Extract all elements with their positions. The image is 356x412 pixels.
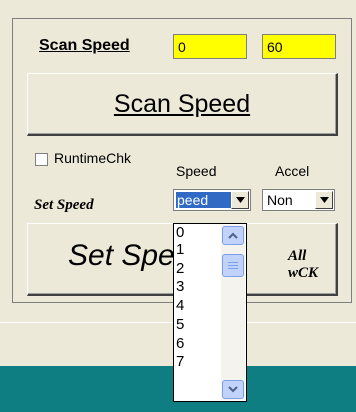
accel-column-label: Accel <box>275 163 310 179</box>
list-item[interactable]: 2 <box>176 261 184 277</box>
speed-dropdown-list[interactable]: 0 1 2 3 4 5 6 7 <box>173 223 247 402</box>
scan-speed-label: Scan Speed <box>39 37 130 54</box>
grip-icon <box>228 261 238 270</box>
all-wck-label: All wCK <box>288 248 319 281</box>
list-item[interactable]: 0 <box>176 225 184 241</box>
set-speed-button-label: Set Spe <box>68 239 175 272</box>
runtime-check-checkbox[interactable] <box>35 153 48 166</box>
list-item[interactable]: 6 <box>176 336 184 352</box>
accel-combobox[interactable]: Non <box>262 189 335 211</box>
list-item[interactable]: 1 <box>176 242 184 258</box>
chevron-down-icon <box>235 197 245 203</box>
chevron-up-icon <box>228 232 238 239</box>
dropdown-scrollbar[interactable] <box>221 225 245 400</box>
chevron-down-icon <box>228 386 238 393</box>
runtime-check-label: RuntimeChk <box>54 150 132 166</box>
scan-speed-button[interactable]: Scan Speed <box>27 73 338 136</box>
list-item[interactable]: 7 <box>176 354 184 370</box>
speed-dropdown-button[interactable] <box>231 191 249 209</box>
list-item[interactable]: 5 <box>176 317 184 333</box>
set-speed-label: Set Speed <box>34 197 94 213</box>
list-item[interactable]: 3 <box>176 279 184 295</box>
speed-column-label: Speed <box>176 163 217 179</box>
speed-combobox[interactable]: peed <box>173 189 251 211</box>
chevron-down-icon <box>319 197 329 203</box>
scan-from-input[interactable] <box>173 34 247 59</box>
scan-speed-button-label: Scan Speed <box>113 89 251 118</box>
scroll-up-button[interactable] <box>222 226 244 245</box>
accel-dropdown-button[interactable] <box>315 191 333 209</box>
scroll-thumb[interactable] <box>222 254 244 277</box>
scroll-down-button[interactable] <box>222 380 244 399</box>
accel-combobox-value: Non <box>267 192 293 208</box>
list-item[interactable]: 4 <box>176 298 184 314</box>
speed-combobox-value: peed <box>176 192 231 208</box>
scan-to-input[interactable] <box>262 34 336 59</box>
